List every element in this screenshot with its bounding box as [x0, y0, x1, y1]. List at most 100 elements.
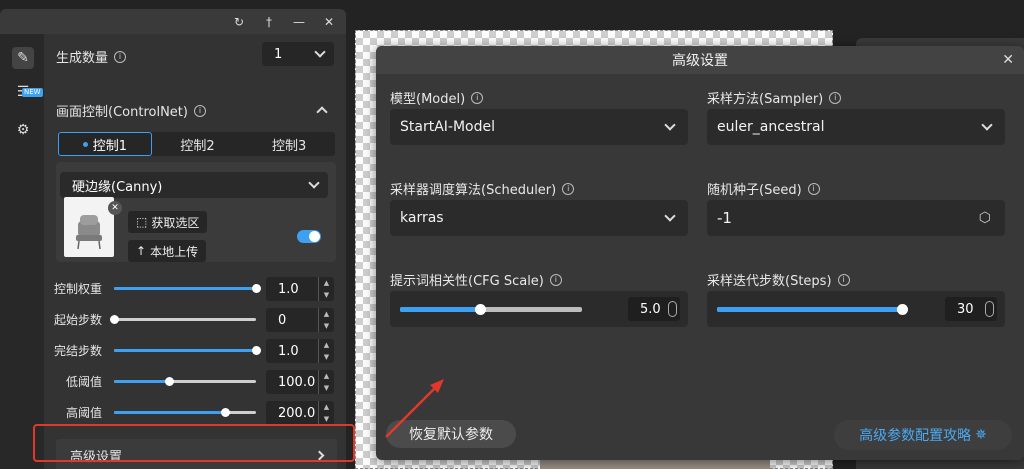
model-select[interactable]: StartAI-Model: [390, 109, 688, 145]
settings-gear-icon[interactable]: ⚙: [12, 119, 34, 141]
slider-number-input[interactable]: 1.0 ▲ ▼: [266, 277, 334, 301]
info-icon[interactable]: i: [837, 273, 850, 286]
model-value: StartAI-Model: [400, 119, 495, 135]
slider-number-input[interactable]: 100.0 ▲ ▼: [266, 370, 334, 394]
slider-knob[interactable]: [252, 346, 261, 355]
scheduler-label-row: 采样器调度算法(Scheduler) i: [390, 179, 575, 198]
controlnet-toggle[interactable]: [297, 230, 321, 243]
slider-knob[interactable]: [252, 284, 261, 293]
highlight-box: [33, 424, 355, 462]
generate-count-label: 生成数量: [56, 51, 109, 66]
cfg-label-row: 提示词相关性(CFG Scale) i: [390, 270, 562, 289]
remove-image-icon[interactable]: ✕: [108, 201, 122, 215]
dice-icon[interactable]: ⬡: [979, 210, 991, 226]
info-icon[interactable]: i: [193, 104, 206, 117]
info-icon[interactable]: i: [471, 91, 484, 104]
slider-fill: [114, 287, 256, 290]
slider-label: 完结步数: [54, 344, 103, 358]
sampler-label-row: 采样方法(Sampler) i: [707, 88, 842, 107]
controlnet-header[interactable]: 画面控制(ControlNet) i: [56, 101, 206, 120]
local-upload-button[interactable]: ↑ 本地上传: [128, 240, 207, 262]
advanced-settings-modal: 高级设置 ✕ 模型(Model) i StartAI-Model 采样方法(Sa…: [376, 46, 1024, 460]
slider-label: 控制权重: [54, 282, 103, 296]
seed-label: 随机种子(Seed): [707, 183, 802, 198]
panel-content: 生成数量 i 1 画面控制(ControlNet) i 控制1 控制2 控制3: [44, 34, 346, 469]
steps-label: 采样迭代步数(Steps): [707, 274, 832, 289]
slider-value: 1.0: [278, 281, 299, 297]
chevron-down-icon: [664, 210, 676, 222]
slider-label: 高阈值: [66, 406, 103, 420]
cfg-number-input[interactable]: 5.0: [628, 297, 680, 321]
generate-count-select[interactable]: 1: [262, 42, 334, 66]
cfg-slider-box: 5.0: [390, 291, 688, 327]
sparkle-icon: ✵: [975, 427, 987, 443]
slider-number-input[interactable]: 0 ▲ ▼: [266, 308, 334, 332]
slider-fill: [114, 380, 170, 383]
close-icon[interactable]: ✕: [322, 15, 336, 29]
pin-icon[interactable]: †: [262, 15, 276, 29]
refresh-icon[interactable]: ↻: [232, 15, 246, 29]
slider-number-input[interactable]: 200.0 ▲ ▼: [266, 401, 334, 425]
stepper-icon[interactable]: ▲ ▼: [318, 339, 334, 363]
stepper-icon[interactable]: [985, 301, 994, 317]
tab-label: 控制3: [272, 138, 307, 154]
modal-titlebar: 高级设置 ✕: [376, 46, 1024, 74]
scheduler-select[interactable]: karras: [390, 200, 688, 236]
steps-slider-fill: [717, 307, 902, 312]
slider-number-input[interactable]: 1.0 ▲ ▼: [266, 339, 334, 363]
cfg-value: 5.0: [640, 301, 661, 317]
canvas-image-preview: [540, 460, 770, 469]
tab-control-1[interactable]: 控制1: [58, 132, 152, 156]
chevron-down-icon: [981, 119, 993, 131]
stepper-icon[interactable]: ▲ ▼: [318, 401, 334, 425]
steps-value: 30: [957, 301, 974, 317]
chevron-down-icon: [664, 119, 676, 131]
info-icon[interactable]: i: [114, 50, 127, 63]
slider-track[interactable]: [114, 318, 256, 321]
close-icon[interactable]: ✕: [1002, 52, 1014, 68]
stepper-icon[interactable]: [668, 301, 677, 317]
upload-icon: ↑: [136, 244, 147, 258]
steps-slider-box: 30: [707, 291, 1005, 327]
chevron-down-icon: [308, 177, 320, 189]
slider-fill: [114, 411, 225, 414]
cfg-slider-knob[interactable]: [475, 304, 487, 315]
stepper-icon[interactable]: ▲ ▼: [318, 370, 334, 394]
tab-control-3[interactable]: 控制3: [243, 132, 335, 156]
chevron-up-icon[interactable]: [316, 106, 328, 118]
selection-icon: ⬚: [136, 215, 148, 229]
steps-slider-knob[interactable]: [897, 304, 908, 315]
slider-knob[interactable]: [110, 315, 119, 324]
info-icon[interactable]: i: [549, 273, 562, 286]
preprocessor-select[interactable]: 硬边缘(Canny): [60, 172, 328, 198]
left-rail: ✎ ☰ ⚙: [0, 34, 44, 469]
info-icon[interactable]: i: [807, 182, 820, 195]
sampler-label: 采样方法(Sampler): [707, 92, 824, 107]
left-panel: ↻ † — ✕ ✎ ☰ ⚙ NEW 生成数量 i 1 画面控制(ControlN…: [0, 9, 346, 469]
local-upload-label: 本地上传: [150, 244, 199, 259]
info-icon[interactable]: i: [829, 91, 842, 104]
stepper-icon[interactable]: ▲ ▼: [318, 277, 334, 301]
slider-value: 100.0: [278, 374, 316, 390]
seed-input[interactable]: -1 ⬡: [707, 200, 1005, 236]
control-image-thumbnail[interactable]: [64, 197, 114, 257]
stepper-icon[interactable]: ▲ ▼: [318, 308, 334, 332]
info-icon[interactable]: i: [562, 182, 575, 195]
sampler-select[interactable]: euler_ancestral: [707, 109, 1005, 145]
panel-titlebar: ↻ † — ✕: [0, 9, 346, 34]
guide-label: 高级参数配置攻略: [859, 428, 972, 444]
active-dot-icon: [82, 141, 88, 147]
slider-knob[interactable]: [165, 377, 175, 386]
slider-label: 低阈值: [66, 375, 103, 389]
guide-button[interactable]: 高级参数配置攻略 ✵: [834, 420, 1012, 450]
generate-count-value: 1: [274, 46, 283, 62]
tab-control-2[interactable]: 控制2: [152, 132, 244, 156]
edit-icon[interactable]: ✎: [12, 47, 34, 69]
get-selection-button[interactable]: ⬚ 获取选区: [128, 211, 208, 233]
minimize-icon[interactable]: —: [292, 15, 306, 29]
steps-number-input[interactable]: 30: [945, 297, 997, 321]
modal-title: 高级设置: [672, 53, 728, 69]
slider-value: 1.0: [278, 343, 299, 359]
slider-fill: [114, 349, 256, 352]
slider-knob[interactable]: [220, 408, 230, 417]
